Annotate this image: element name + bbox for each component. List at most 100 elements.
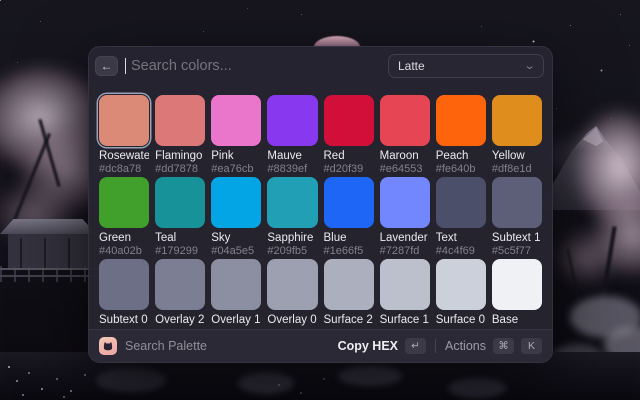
swatch-hex: #ea76cb: [211, 163, 261, 175]
swatch-hex: #5c5f77: [492, 245, 542, 257]
swatch-hex: #fe640b: [436, 163, 486, 175]
color-tile: [380, 95, 430, 146]
swatch-surface-1[interactable]: Surface 1: [380, 259, 430, 327]
swatch-base[interactable]: Base: [492, 259, 542, 327]
house-roof: [0, 219, 96, 234]
swatch-surface-0[interactable]: Surface 0: [436, 259, 486, 327]
color-tile: [155, 259, 205, 310]
k-key-badge: K: [521, 338, 542, 354]
swatch-name: Sapphire: [267, 232, 317, 245]
swatch-hex: #7287fd: [380, 245, 430, 257]
house-post: [68, 238, 70, 268]
swatch-name: Rosewater: [99, 150, 149, 163]
swatch-name: Mauve: [267, 150, 317, 163]
swatch-hex: #df8e1d: [492, 163, 542, 175]
enter-key-badge: ↵: [405, 338, 426, 354]
actions-button[interactable]: Actions: [445, 339, 486, 353]
swatch-green[interactable]: Green #40a02b: [99, 177, 149, 257]
swatch-teal[interactable]: Teal #179299: [155, 177, 205, 257]
swatch-overlay-2[interactable]: Overlay 2: [155, 259, 205, 327]
flavor-dropdown[interactable]: Latte ⌄: [388, 54, 544, 78]
color-tile: [211, 177, 261, 228]
swatch-subtext-0[interactable]: Subtext 0: [99, 259, 149, 327]
swatch-hex: #d20f39: [324, 163, 374, 175]
swatch-maroon[interactable]: Maroon #e64553: [380, 95, 430, 175]
color-tile: [211, 95, 261, 146]
swatch-name: Overlay 2: [155, 314, 205, 327]
swatch-name: Sky: [211, 232, 261, 245]
swatch-sapphire[interactable]: Sapphire #209fb5: [267, 177, 317, 257]
swatch-name: Surface 1: [380, 314, 430, 327]
color-search-dialog: ← Latte ⌄ Rosewater #dc8a78 Flamingo #dd…: [88, 46, 553, 363]
house-post: [44, 238, 46, 268]
color-tile: [267, 259, 317, 310]
swatch-name: Teal: [155, 232, 205, 245]
swatch-flamingo[interactable]: Flamingo #dd7878: [155, 95, 205, 175]
color-tile: [436, 259, 486, 310]
swatch-hex: #179299: [155, 245, 205, 257]
color-tile: [155, 95, 205, 146]
swatch-name: Maroon: [380, 150, 430, 163]
swatch-name: Overlay 0: [267, 314, 317, 327]
flower-specks: [8, 366, 10, 368]
swatch-subtext-1[interactable]: Subtext 1 #5c5f77: [492, 177, 542, 257]
swatch-hex: #dc8a78: [99, 163, 149, 175]
copy-hex-button[interactable]: Copy HEX: [338, 339, 398, 353]
color-tile: [155, 177, 205, 228]
dialog-content: Rosewater #dc8a78 Flamingo #dd7878 Pink …: [89, 85, 552, 329]
rock: [448, 378, 506, 398]
swatch-lavender[interactable]: Lavender #7287fd: [380, 177, 430, 257]
color-tile: [324, 259, 374, 310]
color-tile: [380, 259, 430, 310]
swatch-grid: Rosewater #dc8a78 Flamingo #dd7878 Pink …: [89, 85, 552, 327]
swatch-mauve[interactable]: Mauve #8839ef: [267, 95, 317, 175]
search-input[interactable]: [129, 57, 381, 75]
swatch-hex: #209fb5: [267, 245, 317, 257]
back-button[interactable]: ←: [95, 56, 118, 76]
color-tile: [211, 259, 261, 310]
swatch-hex: #8839ef: [267, 163, 317, 175]
text-caret: [125, 58, 126, 74]
swatch-yellow[interactable]: Yellow #df8e1d: [492, 95, 542, 175]
swatch-name: Lavender: [380, 232, 430, 245]
color-tile: [492, 95, 542, 146]
swatch-peach[interactable]: Peach #fe640b: [436, 95, 486, 175]
dialog-header: ← Latte ⌄: [89, 47, 552, 85]
swatch-sky[interactable]: Sky #04a5e5: [211, 177, 261, 257]
swatch-name: Base: [492, 314, 542, 327]
stars: [0, 0, 1, 1]
swatch-name: Surface 0: [436, 314, 486, 327]
swatch-hex: #04a5e5: [211, 245, 261, 257]
swatch-blue[interactable]: Blue #1e66f5: [324, 177, 374, 257]
rock: [96, 368, 166, 392]
footer-divider: [435, 339, 436, 353]
swatch-name: Yellow: [492, 150, 542, 163]
color-tile: [99, 259, 149, 310]
swatch-pink[interactable]: Pink #ea76cb: [211, 95, 261, 175]
swatch-name: Blue: [324, 232, 374, 245]
color-tile: [436, 95, 486, 146]
swatch-name: Overlay 1: [211, 314, 261, 327]
footer-actions: Copy HEX ↵ Actions ⌘ K: [338, 338, 542, 354]
color-tile: [99, 95, 149, 146]
swatch-name: Subtext 0: [99, 314, 149, 327]
swatch-hex: #40a02b: [99, 245, 149, 257]
swatch-text[interactable]: Text #4c4f69: [436, 177, 486, 257]
rock: [238, 372, 294, 394]
swatch-red[interactable]: Red #d20f39: [324, 95, 374, 175]
color-tile: [267, 95, 317, 146]
swatch-rosewater[interactable]: Rosewater #dc8a78: [99, 95, 149, 175]
color-tile: [492, 177, 542, 228]
swatch-hex: #dd7878: [155, 163, 205, 175]
color-tile: [324, 177, 374, 228]
swatch-overlay-0[interactable]: Overlay 0: [267, 259, 317, 327]
swatch-hex: #1e66f5: [324, 245, 374, 257]
swatch-surface-2[interactable]: Surface 2: [324, 259, 374, 327]
swatch-name: Peach: [436, 150, 486, 163]
swatch-hex: #4c4f69: [436, 245, 486, 257]
dialog-footer: Search Palette Copy HEX ↵ Actions ⌘ K: [89, 329, 552, 362]
cmd-key-badge: ⌘: [493, 338, 514, 354]
swatch-name: Green: [99, 232, 149, 245]
swatch-hex: #e64553: [380, 163, 430, 175]
swatch-overlay-1[interactable]: Overlay 1: [211, 259, 261, 327]
